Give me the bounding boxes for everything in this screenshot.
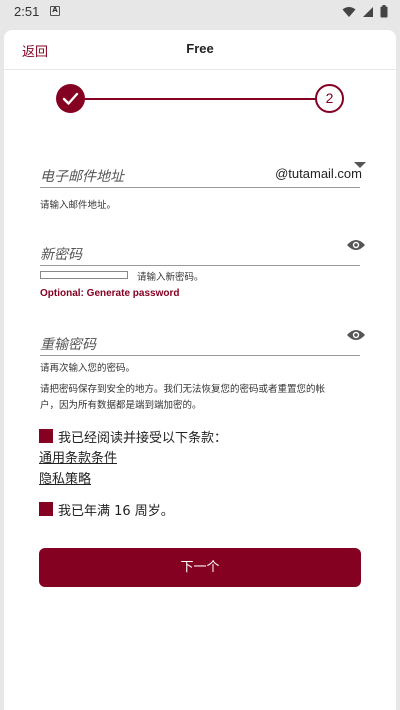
page-title: Free <box>186 41 214 56</box>
repeat-password-field[interactable] <box>40 355 360 356</box>
wifi-icon <box>342 6 356 17</box>
password-notice-line-1: 请把密码保存到安全的地方。我们无法恢复您的密码或者重置您的帐 <box>40 384 326 395</box>
notification-icon: A <box>50 6 60 16</box>
terms-checkbox[interactable] <box>39 429 53 443</box>
step-1-complete <box>56 84 85 113</box>
check-icon <box>62 92 79 105</box>
age-checkbox[interactable] <box>39 502 53 516</box>
new-password-label: 新密码 <box>40 247 82 263</box>
email-field[interactable] <box>40 187 360 188</box>
repeat-password-helper: 请再次输入您的密码。 <box>40 363 136 374</box>
top-bar: 返回 Free <box>4 30 396 70</box>
next-button[interactable]: 下一个 <box>39 548 361 587</box>
new-password-field[interactable] <box>40 265 360 266</box>
status-icons <box>342 5 388 18</box>
age-checkbox-label: 我已年满 16 周岁。 <box>58 504 174 519</box>
password-strength-bar <box>40 271 128 279</box>
terms-checkbox-label: 我已经阅读并接受以下条款： <box>58 431 228 446</box>
battery-icon <box>380 5 388 18</box>
password-notice-line-2: 户，因为所有数据都是端到端加密的。 <box>40 400 202 411</box>
email-helper-text: 请输入邮件地址。 <box>40 200 117 211</box>
status-time: 2:51 <box>14 4 40 19</box>
password-strength-text: 请输入新密码。 <box>137 272 204 283</box>
status-bar: 2:51 A <box>0 0 400 24</box>
stepper-line <box>70 98 330 100</box>
signal-icon <box>363 6 373 17</box>
privacy-policy-link[interactable]: 隐私策略 <box>39 468 91 487</box>
eye-icon[interactable] <box>346 238 366 252</box>
email-domain-select[interactable]: @tutamail.com <box>275 166 362 181</box>
signup-sheet: 返回 Free 2 电子邮件地址 @tutamail.com 请输入邮件地址。 … <box>4 30 396 710</box>
step-2-current: 2 <box>315 84 344 113</box>
eye-icon[interactable] <box>346 328 366 342</box>
generate-password-link[interactable]: Optional: Generate password <box>40 288 179 299</box>
general-terms-link[interactable]: 通用条款条件 <box>39 447 117 466</box>
email-field-label: 电子邮件地址 <box>40 169 124 185</box>
repeat-password-label: 重输密码 <box>40 337 96 353</box>
progress-stepper: 2 <box>56 84 344 114</box>
